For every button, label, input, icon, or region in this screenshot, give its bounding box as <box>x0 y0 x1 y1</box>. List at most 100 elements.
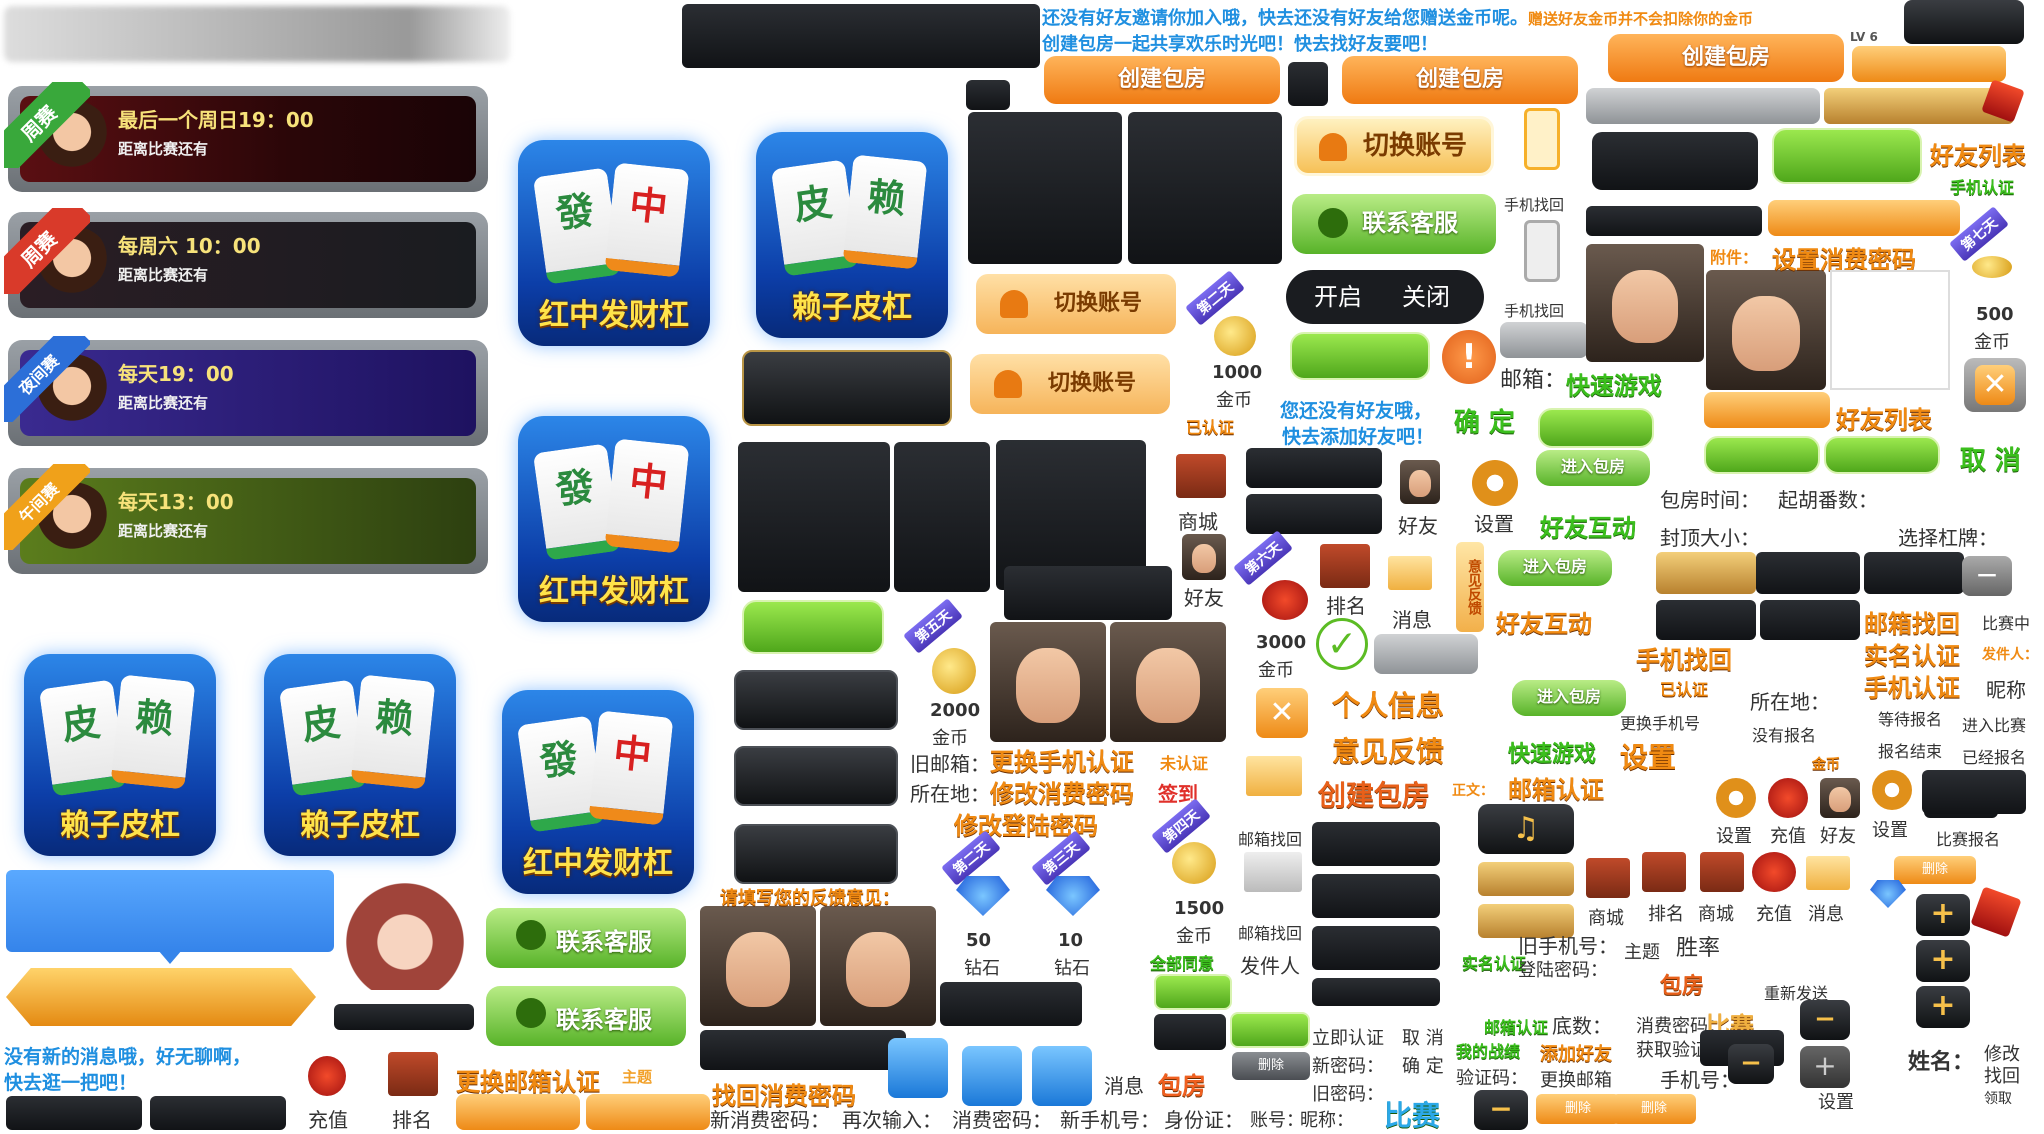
match-tag-ribbon: 周赛 <box>4 82 90 168</box>
green-button[interactable] <box>1154 974 1232 1010</box>
new-pay-pwd-label: 新消费密码： <box>710 1108 830 1132</box>
switch-account-button[interactable]: 切换账号 <box>970 354 1170 414</box>
create-room-button[interactable]: 创建包房 <box>1342 56 1578 104</box>
orange-bar <box>1768 200 1960 236</box>
friend-avatar-icon[interactable] <box>1182 534 1226 580</box>
avatar-man-glasses[interactable] <box>1110 622 1226 742</box>
sign-in-icon[interactable] <box>962 1046 1022 1106</box>
sign-in-icon[interactable] <box>1032 1046 1092 1106</box>
match-time: 每周六 10：00 <box>118 234 261 258</box>
green-button[interactable] <box>1772 128 1922 184</box>
game-icon-hongzhong-facai[interactable]: 發 中 红中发财杠 <box>518 416 710 622</box>
cancel-label[interactable]: 取 消 <box>1960 440 2021 477</box>
dark-bar <box>1760 600 1860 640</box>
shop-icon[interactable] <box>1176 454 1226 498</box>
envelope-gray-icon[interactable] <box>1244 852 1302 892</box>
green-button[interactable] <box>1538 408 1654 448</box>
friend-avatar-icon[interactable] <box>1400 460 1440 504</box>
recharge-money-bag-icon[interactable] <box>308 1056 346 1096</box>
gear-icon[interactable] <box>1872 770 1912 810</box>
avatar-woman[interactable] <box>820 906 936 1026</box>
location-label: 所在地： <box>910 782 990 806</box>
minus-button[interactable]: − <box>1474 1090 1528 1130</box>
rank-shop-icon[interactable] <box>1320 544 1370 588</box>
switch-account-label: 切换账号 <box>1047 371 1136 396</box>
create-room-button[interactable]: 创建包房 <box>1608 34 1844 82</box>
toggle-on-off[interactable]: 开启 关闭 <box>1286 270 1484 324</box>
game-name: 红中发财杠 <box>523 846 673 881</box>
mahjong-tile: 中 <box>588 710 674 826</box>
dark-bar <box>1922 770 2026 814</box>
close-x-button[interactable]: ✕ <box>1256 688 1308 738</box>
mail-cert-title: 邮箱认证 <box>1508 776 1604 804</box>
game-icon-hongzhong-facai[interactable]: 發 中 红中发财杠 <box>502 690 694 894</box>
feedback-tab[interactable]: 意见反馈 <box>1456 542 1484 632</box>
mail-recover-label: 邮箱找回 <box>1238 924 1303 943</box>
gear-icon[interactable] <box>1472 460 1518 506</box>
rank-shop-icon[interactable] <box>1642 852 1686 892</box>
game-icon-laizi-pigang[interactable]: 皮 赖 赖子皮杠 <box>264 654 456 856</box>
plus-button[interactable]: + <box>1916 940 1970 982</box>
confirm-label[interactable]: 确 定 <box>1454 402 1515 439</box>
contact-service-button[interactable]: 联系客服 <box>1292 194 1496 254</box>
plus-button[interactable]: + <box>1916 986 1970 1028</box>
real-name-title: 实名认证 <box>1864 642 1960 670</box>
create-room-button[interactable]: 创建包房 <box>1044 56 1280 104</box>
settings-title: 设置 <box>1620 741 1677 774</box>
night-match-banner[interactable]: 夜间赛 每天19：00 距离比赛还有 <box>4 336 488 446</box>
dark-square <box>968 112 1122 264</box>
delete-button[interactable]: 删除 <box>1612 1094 1696 1124</box>
sign-in-icon[interactable] <box>888 1038 948 1098</box>
envelope-icon[interactable] <box>1806 856 1850 890</box>
green-button[interactable] <box>1704 436 1820 474</box>
delete-button[interactable]: 删除 <box>1232 1052 1310 1080</box>
contact-service-button[interactable]: 联系客服 <box>486 908 686 968</box>
switch-account-button-alt[interactable]: 切换账号 <box>1294 116 1494 176</box>
minus-gray-button[interactable]: − <box>1962 556 2012 596</box>
toggle-off-label[interactable]: 关闭 <box>1402 270 1450 324</box>
noon-match-banner[interactable]: 午间赛 每天13：00 距离比赛还有 <box>4 464 488 574</box>
dark-bar <box>1154 1014 1226 1050</box>
switch-account-button[interactable]: 切换账号 <box>976 274 1176 334</box>
green-button[interactable] <box>1290 332 1430 380</box>
envelope-icon[interactable] <box>1246 756 1302 796</box>
minus-button[interactable]: − <box>1800 1000 1850 1040</box>
shop-icon[interactable] <box>1700 852 1744 892</box>
toggle-on-label[interactable]: 开启 <box>1314 270 1362 324</box>
game-icon-laizi-pigang[interactable]: 皮 赖 赖子皮杠 <box>756 132 948 338</box>
minus-button[interactable]: − <box>1728 1044 1774 1084</box>
enter-room-button[interactable]: 进入包房 <box>1498 550 1612 586</box>
plus-button-gray[interactable]: + <box>1800 1046 1850 1088</box>
dark-square <box>1128 112 1282 264</box>
shop-icon[interactable] <box>1586 858 1630 898</box>
friend-avatar-icon[interactable] <box>1820 778 1860 818</box>
gear-icon[interactable] <box>1716 778 1756 818</box>
plus-button[interactable]: + <box>1916 894 1970 936</box>
green-button[interactable] <box>742 600 884 654</box>
weekly-match-banner-saturday[interactable]: 周赛 每周六 10：00 距离比赛还有 <box>4 208 488 318</box>
male-avatar-curly[interactable] <box>1586 244 1704 362</box>
dark-tile <box>966 80 1010 110</box>
avatar-woman-glasses[interactable] <box>990 622 1106 742</box>
check-icon[interactable]: ✓ <box>1316 618 1368 670</box>
recharge-money-bag-icon[interactable] <box>1752 852 1796 892</box>
male-avatar-red-hair[interactable] <box>1706 270 1826 390</box>
green-button[interactable] <box>1824 436 1940 474</box>
reward-amount: 2000 <box>930 700 981 721</box>
avatar-woman[interactable] <box>700 906 816 1026</box>
rank-shop-icon[interactable] <box>388 1052 438 1096</box>
delete-button[interactable]: 删除 <box>1536 1094 1620 1124</box>
delete-button[interactable]: 删除 <box>1894 856 1976 884</box>
green-button[interactable] <box>1230 1012 1310 1048</box>
game-icon-laizi-pigang[interactable]: 皮 赖 赖子皮杠 <box>24 654 216 856</box>
enter-room-button[interactable]: 进入包房 <box>1536 450 1650 486</box>
weekly-match-banner-last-sunday[interactable]: 周赛 最后一个周日19：00 距离比赛还有 <box>4 82 488 192</box>
contact-service-button[interactable]: 联系客服 <box>486 986 686 1046</box>
close-x-button[interactable]: ✕ <box>1964 358 2026 412</box>
orange-bar <box>456 1094 580 1130</box>
envelope-icon[interactable] <box>1388 556 1432 590</box>
game-icon-hongzhong-facai[interactable]: 發 中 红中发财杠 <box>518 140 710 346</box>
recharge-money-bag-icon[interactable] <box>1768 778 1808 818</box>
music-button[interactable]: ♫ <box>1478 804 1574 854</box>
enter-room-button[interactable]: 进入包房 <box>1512 680 1626 716</box>
